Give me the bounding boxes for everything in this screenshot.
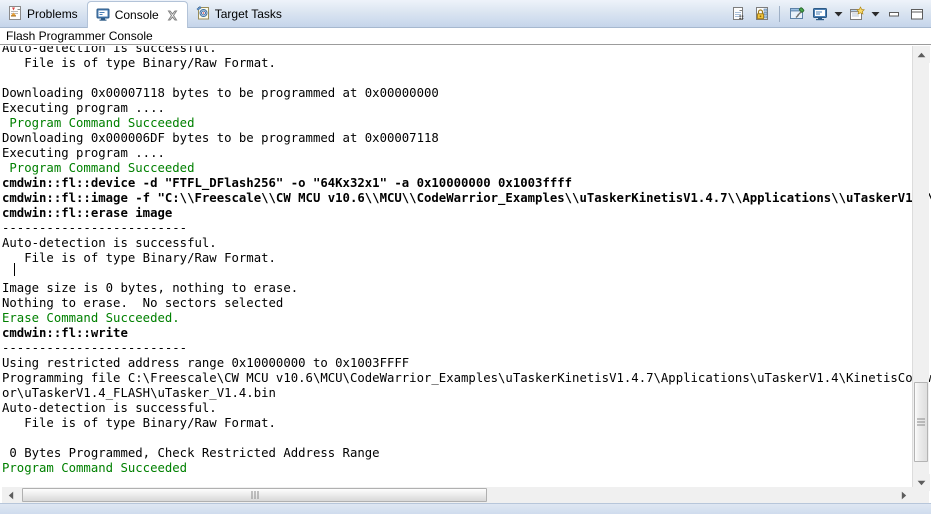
console-line: Auto-detection is successful.	[2, 236, 931, 251]
bottom-strip	[0, 503, 931, 514]
console-line: Erase Command Succeeded.	[2, 311, 931, 326]
problems-icon	[8, 6, 22, 23]
console-text: Auto-detection is successful. File is of…	[2, 46, 931, 476]
open-console-dropdown[interactable]	[870, 4, 881, 24]
console-line: cmdwin::fl::erase image	[2, 206, 931, 221]
console-view: Problems Console	[0, 0, 931, 514]
console-line: or\uTaskerV1.4_FLASH\uTasker_V1.4.bin	[2, 386, 931, 401]
target-tasks-icon	[196, 6, 210, 23]
console-title: Flash Programmer Console	[0, 28, 931, 45]
maximize-button[interactable]	[907, 4, 927, 24]
toolbar-separator	[779, 6, 780, 22]
console-line: Auto-detection is successful.	[2, 401, 931, 416]
console-line: File is of type Binary/Raw Format.	[2, 416, 931, 431]
close-icon[interactable]	[167, 10, 178, 21]
clear-console-button[interactable]	[729, 4, 749, 24]
console-line: Downloading 0x00007118 bytes to be progr…	[2, 86, 931, 101]
console-line	[2, 71, 931, 86]
console-line: -------------------------	[2, 221, 931, 236]
tab-strip: Problems Console	[0, 0, 291, 28]
minimize-button[interactable]	[884, 4, 904, 24]
tab-target-tasks-label: Target Tasks	[215, 8, 282, 20]
console-icon	[96, 7, 110, 24]
console-line: Nothing to erase. No sectors selected	[2, 296, 931, 311]
console-line	[2, 431, 931, 446]
view-toolbar	[729, 0, 927, 28]
console-output-area[interactable]: Auto-detection is successful. File is of…	[0, 46, 931, 491]
scroll-left-button[interactable]	[2, 487, 19, 504]
scroll-right-button[interactable]	[895, 487, 912, 504]
vertical-scroll-thumb[interactable]	[914, 382, 928, 462]
console-line: Program Command Succeeded	[2, 161, 931, 176]
console-line: 0 Bytes Programmed, Check Restricted Add…	[2, 446, 931, 461]
open-console-button[interactable]	[847, 4, 867, 24]
view-tab-bar: Problems Console	[0, 0, 931, 28]
console-line: Program Command Succeeded	[2, 461, 931, 476]
horizontal-scroll-thumb[interactable]	[22, 488, 487, 502]
tab-console[interactable]: Console	[87, 1, 188, 28]
tab-problems-label: Problems	[27, 8, 78, 20]
scroll-up-button[interactable]	[913, 46, 930, 63]
console-line: -------------------------	[2, 341, 931, 356]
console-line: Downloading 0x000006DF bytes to be progr…	[2, 131, 931, 146]
console-line: Programming file C:\Freescale\CW MCU v10…	[2, 371, 931, 386]
scroll-lock-button[interactable]	[752, 4, 772, 24]
console-line: cmdwin::fl::write	[2, 326, 931, 341]
scroll-thumb-grip	[917, 419, 925, 426]
console-line: cmdwin::fl::device -d "FTFL_DFlash256" -…	[2, 176, 931, 191]
console-line: File is of type Binary/Raw Format.	[2, 251, 931, 266]
console-line	[2, 266, 931, 281]
console-line: Executing program ....	[2, 101, 931, 116]
text-caret	[14, 263, 15, 276]
console-line: Auto-detection is successful.	[2, 46, 931, 56]
scrollbar-corner	[912, 487, 929, 504]
console-line: File is of type Binary/Raw Format.	[2, 56, 931, 71]
tab-problems[interactable]: Problems	[0, 0, 87, 28]
tab-target-tasks[interactable]: Target Tasks	[188, 0, 291, 28]
console-line: Image size is 0 bytes, nothing to erase.	[2, 281, 931, 296]
display-selected-console-button[interactable]	[810, 4, 830, 24]
vertical-scrollbar[interactable]	[912, 46, 929, 491]
tab-console-label: Console	[115, 9, 159, 21]
pin-console-button[interactable]	[787, 4, 807, 24]
console-line: Program Command Succeeded	[2, 116, 931, 131]
hscroll-thumb-grip	[251, 491, 258, 499]
display-selected-console-dropdown[interactable]	[833, 4, 844, 24]
console-line: Using restricted address range 0x1000000…	[2, 356, 931, 371]
console-line: cmdwin::fl::image -f "C:\\Freescale\\CW …	[2, 191, 931, 206]
console-line: Executing program ....	[2, 146, 931, 161]
horizontal-scrollbar[interactable]	[2, 487, 912, 504]
